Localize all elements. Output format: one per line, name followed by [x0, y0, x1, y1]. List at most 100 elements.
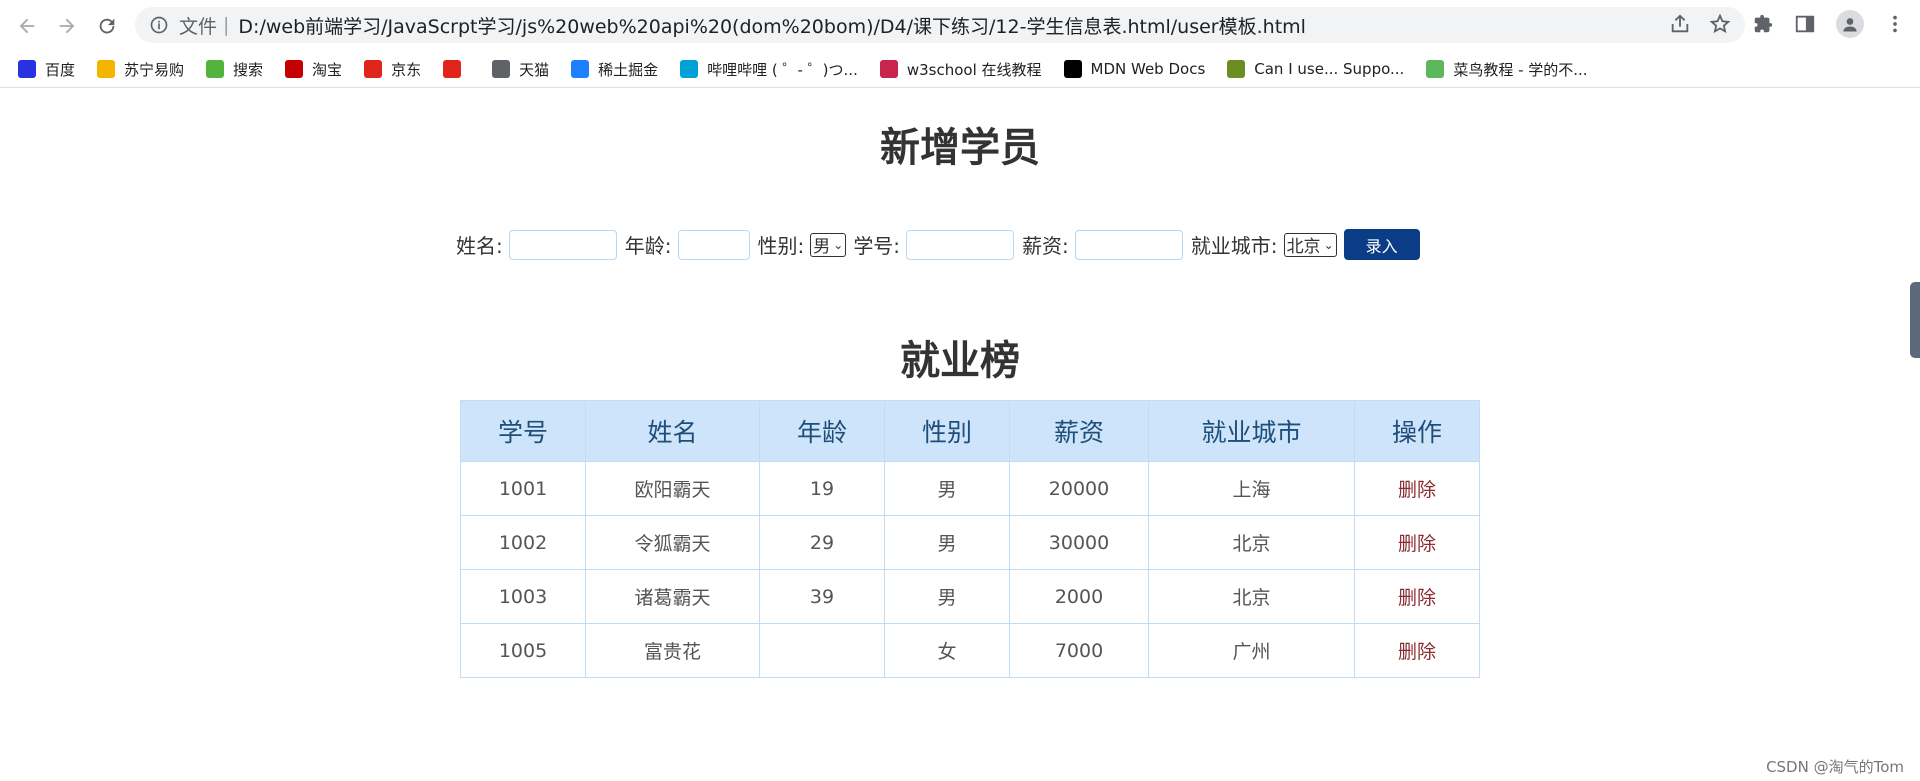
bookmark-favicon-icon: [97, 60, 116, 78]
table-cell-gender: 男: [884, 569, 1010, 624]
browser-toolbar: 文件 | D:/web前端学习/JavaScrpt学习/js%20web%20a…: [0, 0, 1920, 51]
bookmark-label: MDN Web Docs: [1090, 60, 1206, 78]
table-row: 1003 诸葛霸天 39 男 2000 北京 删除: [460, 569, 1480, 624]
share-icon[interactable]: [1669, 13, 1691, 35]
toolbar-actions: [1752, 10, 1906, 38]
submit-button[interactable]: 录入: [1343, 229, 1420, 260]
chevron-down-icon: ⌄: [833, 237, 844, 252]
add-student-title: 新增学员: [880, 125, 1040, 171]
table-cell-city: 北京: [1148, 515, 1355, 570]
salary-label: 薪资:: [1022, 234, 1069, 258]
chevron-down-icon: ⌄: [1323, 237, 1334, 252]
bookmark-favicon-icon: [285, 60, 304, 78]
bookmark-label: 搜索: [233, 60, 264, 79]
table-cell-salary: 20000: [1009, 461, 1149, 516]
table-header-cell: 性别: [884, 400, 1010, 462]
bookmark-label: 菜鸟教程 - 学的不...: [1453, 60, 1588, 79]
table-header-cell: 姓名: [585, 400, 760, 462]
name-label: 姓名:: [456, 234, 503, 258]
bookmark-item[interactable]: 哔哩哔哩 ( ゜- ゜)つ...: [680, 59, 858, 80]
table-cell-name: 令狐霸天: [585, 515, 760, 570]
id-label: 学号:: [853, 234, 901, 258]
side-scroll-handle[interactable]: [1910, 282, 1920, 358]
side-panel-icon[interactable]: [1794, 13, 1816, 35]
delete-link[interactable]: 删除: [1354, 461, 1480, 516]
table-cell-age: 29: [759, 515, 885, 570]
bookmark-label: 京东: [391, 60, 422, 79]
age-input[interactable]: [677, 229, 750, 260]
bookmark-label: w3school 在线教程: [906, 60, 1042, 79]
table-cell-gender: 女: [884, 623, 1010, 678]
table-cell-salary: 7000: [1009, 623, 1149, 678]
bookmark-item[interactable]: 天猫: [492, 59, 549, 80]
table-cell-name: 富贵花: [585, 623, 760, 678]
bookmark-item[interactable]: 稀土掘金: [571, 59, 658, 80]
bookmark-favicon-icon: [1426, 60, 1445, 78]
table-header-cell: 就业城市: [1148, 400, 1355, 462]
city-select[interactable]: 北京 ⌄: [1283, 232, 1337, 257]
bookmark-item[interactable]: [443, 60, 470, 78]
table-cell-age: 19: [759, 461, 885, 516]
bookmark-favicon-icon: [1227, 60, 1246, 78]
bookmark-label: 稀土掘金: [598, 60, 659, 79]
reload-icon: [99, 18, 115, 33]
bookmark-item[interactable]: 苏宁易购: [97, 59, 184, 80]
back-button[interactable]: [7, 6, 47, 46]
ranking-title: 就业榜: [900, 338, 1020, 384]
bookmark-item[interactable]: MDN Web Docs: [1063, 60, 1206, 78]
menu-kebab-icon[interactable]: [1884, 13, 1906, 35]
table-cell-id: 1005: [460, 623, 586, 678]
salary-input[interactable]: [1074, 229, 1183, 260]
watermark: CSDN @淘气的Tom: [1766, 758, 1904, 776]
reload-button[interactable]: [87, 6, 127, 46]
table-header-cell: 年龄: [759, 400, 885, 462]
bookmark-label: 天猫: [519, 60, 550, 79]
delete-link[interactable]: 删除: [1354, 623, 1480, 678]
table-cell-salary: 2000: [1009, 569, 1149, 624]
table-cell-city: 上海: [1148, 461, 1355, 516]
table-cell-id: 1003: [460, 569, 586, 624]
table-cell-id: 1001: [460, 461, 586, 516]
table-cell-gender: 男: [884, 461, 1010, 516]
table-cell-city: 广州: [1148, 623, 1355, 678]
name-input[interactable]: [508, 229, 617, 260]
id-input[interactable]: [906, 229, 1015, 260]
bookmark-favicon-icon: [1063, 60, 1082, 78]
table-cell-city: 北京: [1148, 569, 1355, 624]
delete-link[interactable]: 删除: [1354, 569, 1480, 624]
arrow-left-icon: [19, 18, 35, 33]
table-body: 1001 欧阳霸天 19 男 20000 上海 删除 1002 令狐霸天 29 男 30000 北京 删除…: [460, 461, 1480, 678]
address-bar[interactable]: 文件 | D:/web前端学习/JavaScrpt学习/js%20web%20a…: [135, 7, 1745, 43]
forward-button[interactable]: [47, 6, 87, 46]
table-cell-id: 1002: [460, 515, 586, 570]
info-icon[interactable]: [149, 15, 169, 35]
file-label: 文件: [179, 15, 218, 38]
age-label: 年龄:: [624, 234, 672, 258]
url-text[interactable]: D:/web前端学习/JavaScrpt学习/js%20web%20api%20…: [238, 12, 1306, 39]
table-cell-name: 诸葛霸天: [585, 569, 760, 624]
gender-select[interactable]: 男 ⌄: [810, 232, 847, 257]
extensions-icon[interactable]: [1752, 13, 1774, 35]
bookmark-item[interactable]: 搜索: [206, 59, 263, 80]
bookmark-item[interactable]: w3school 在线教程: [879, 59, 1042, 80]
bookmark-item[interactable]: 京东: [364, 59, 421, 80]
bookmark-item[interactable]: 淘宝: [285, 59, 342, 80]
table-row: 1001 欧阳霸天 19 男 20000 上海 删除: [460, 461, 1480, 516]
star-icon[interactable]: [1709, 13, 1731, 35]
table-cell-gender: 男: [884, 515, 1010, 570]
bookmarks-bar: 百度 苏宁易购 搜索 淘宝 京东 天猫 稀土掘金 哔哩哔哩 ( ゜- ゜)つ... w3scho…: [0, 51, 1920, 88]
bookmark-favicon-icon: [206, 60, 225, 78]
table-header-cell: 操作: [1354, 400, 1480, 462]
table-row: 1005 富贵花 女 7000 广州 删除: [460, 623, 1480, 678]
bookmark-label: Can I use... Suppo...: [1254, 60, 1405, 78]
bookmark-item[interactable]: 百度: [18, 59, 75, 80]
bookmark-label: 淘宝: [312, 60, 343, 79]
gender-select-value: 男: [813, 237, 831, 257]
bookmark-favicon-icon: [492, 60, 511, 78]
bookmark-item[interactable]: 菜鸟教程 - 学的不...: [1426, 59, 1588, 80]
profile-avatar-icon[interactable]: [1836, 10, 1864, 38]
delete-link[interactable]: 删除: [1354, 515, 1480, 570]
table-header-cell: 学号: [460, 400, 586, 462]
table-row: 1002 令狐霸天 29 男 30000 北京 删除: [460, 515, 1480, 570]
bookmark-item[interactable]: Can I use... Suppo...: [1227, 60, 1404, 78]
